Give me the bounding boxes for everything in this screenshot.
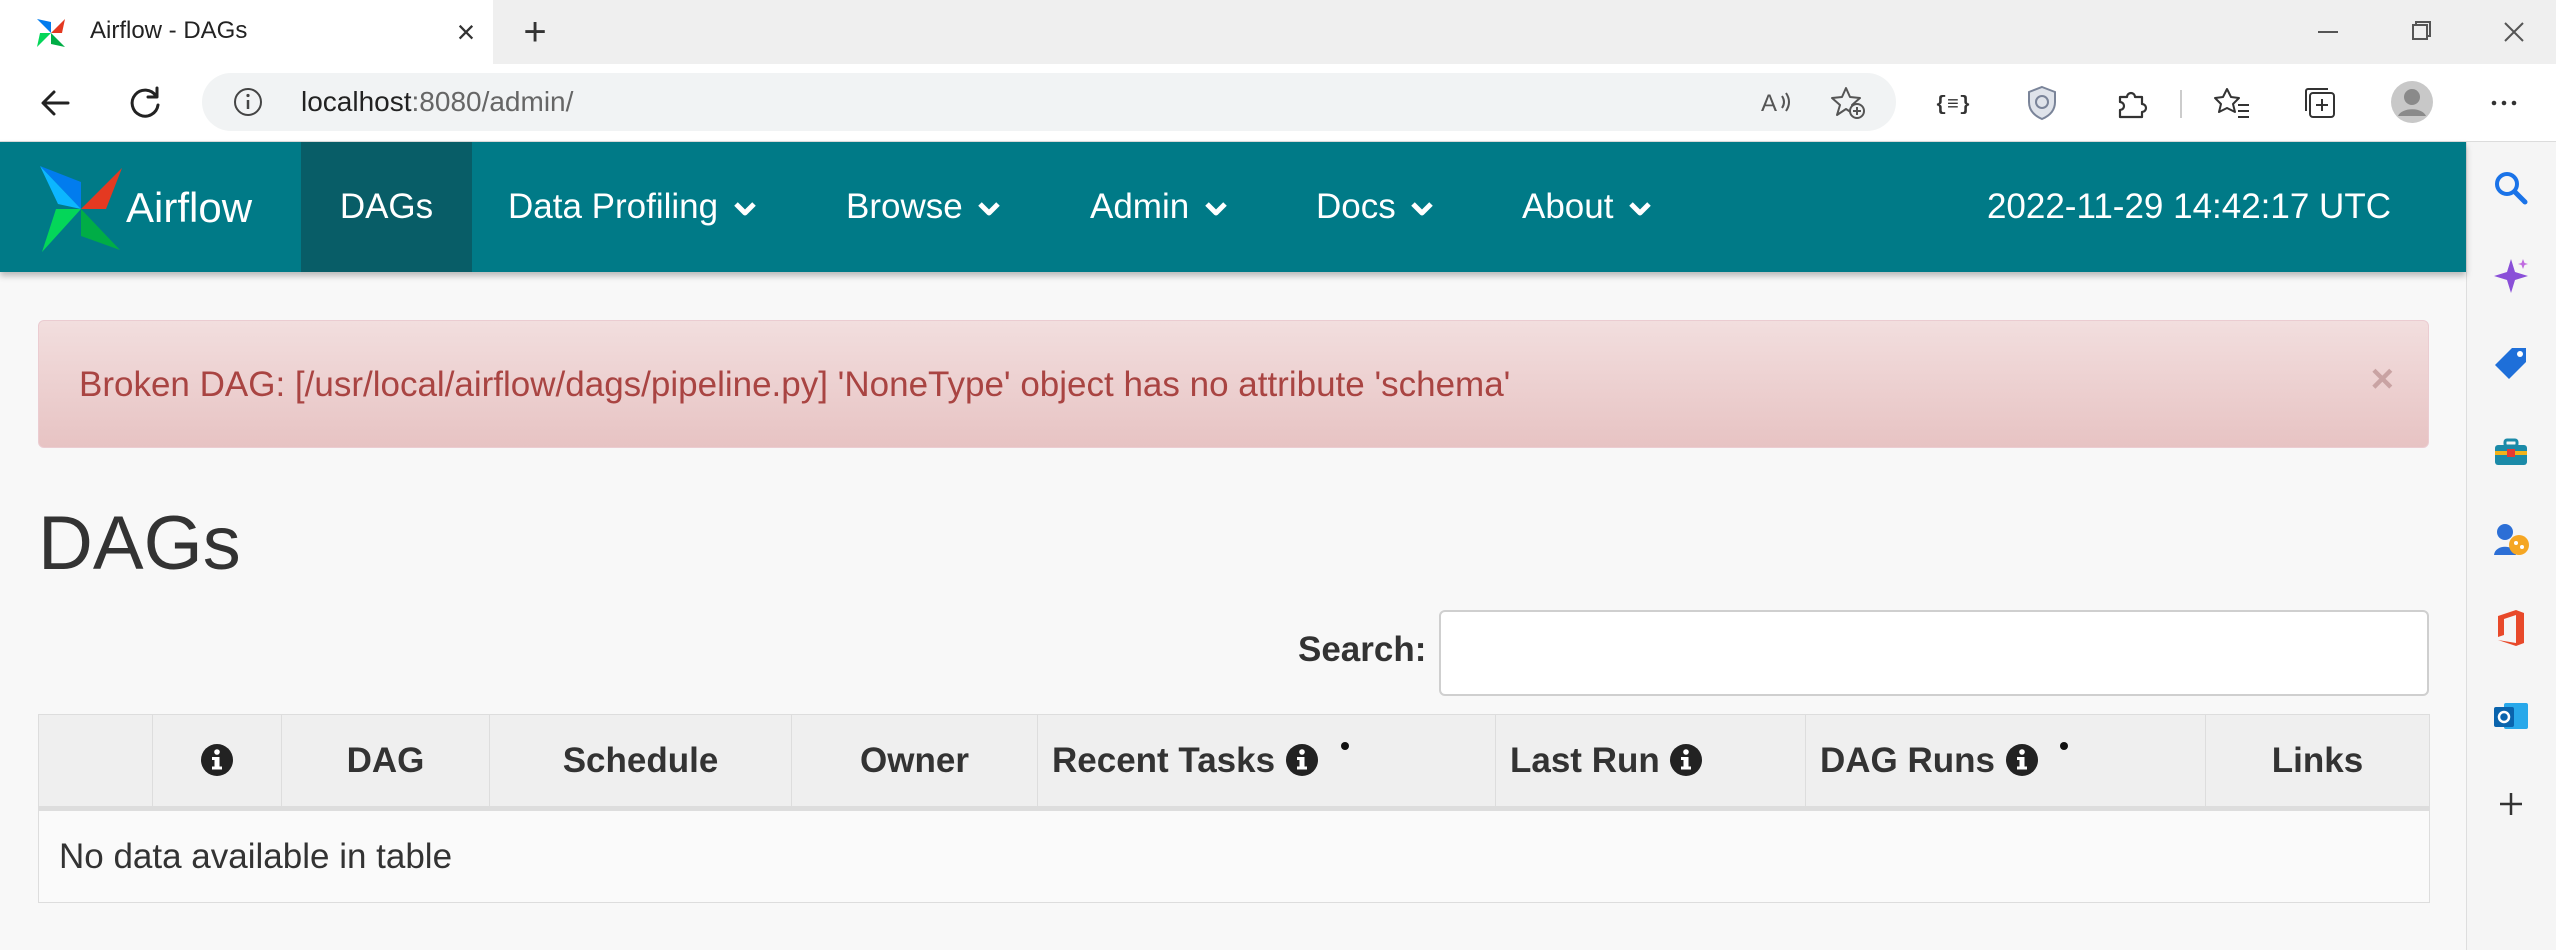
- shield-extension-icon[interactable]: [2022, 83, 2062, 123]
- info-circle-icon: [1670, 743, 1703, 776]
- column-header-dag[interactable]: DAG: [281, 714, 490, 811]
- collections-icon[interactable]: [2300, 83, 2340, 123]
- column-header-dag-runs[interactable]: DAG Runs: [1805, 714, 2206, 811]
- sort-indicator-icon: [1340, 741, 1349, 750]
- reload-icon[interactable]: [120, 77, 172, 129]
- toolbar-divider: [2180, 90, 2182, 118]
- nav-data-profiling[interactable]: Data Profiling: [508, 142, 758, 272]
- nav-browse[interactable]: Browse: [846, 142, 1002, 272]
- search-icon[interactable]: [2490, 167, 2532, 209]
- favorites-icon[interactable]: [2212, 83, 2252, 123]
- nav-about[interactable]: About: [1522, 142, 1653, 272]
- broken-dag-alert: Broken DAG: [/usr/local/airflow/dags/pip…: [38, 320, 2429, 448]
- column-header-owner[interactable]: Owner: [791, 714, 1038, 811]
- column-header-links[interactable]: Links: [2205, 714, 2430, 811]
- search-label: Search:: [1298, 630, 1427, 669]
- column-header-recent-tasks[interactable]: Recent Tasks: [1037, 714, 1496, 811]
- edge-sidebar: [2466, 142, 2556, 950]
- empty-table-message: No data available in table: [38, 808, 2430, 903]
- chevron-down-icon: [734, 201, 756, 216]
- dag-runs-label: DAG Runs: [1820, 740, 1995, 780]
- alert-message: Broken DAG: [/usr/local/airflow/dags/pip…: [79, 365, 1511, 404]
- column-header-schedule[interactable]: Schedule: [489, 714, 792, 811]
- site-info-icon[interactable]: [232, 86, 264, 118]
- info-circle-icon: [1285, 743, 1318, 776]
- info-circle-icon: [201, 743, 233, 776]
- restore-icon[interactable]: [2390, 12, 2450, 52]
- read-aloud-icon[interactable]: A: [1758, 84, 1794, 120]
- games-icon[interactable]: [2490, 519, 2532, 561]
- extension-braces-icon[interactable]: {≡}: [1934, 83, 1974, 123]
- chevron-down-icon: [978, 201, 1001, 216]
- back-icon[interactable]: [30, 77, 82, 129]
- nav-docs-label: Docs: [1316, 187, 1396, 226]
- address-bar[interactable]: localhost:8080/admin/ A: [202, 73, 1896, 131]
- table-row-empty: No data available in table: [38, 808, 2430, 903]
- chevron-down-icon: [1411, 201, 1434, 216]
- minimize-icon[interactable]: [2298, 12, 2358, 52]
- nav-dags[interactable]: DAGs: [301, 142, 472, 272]
- airflow-favicon-icon: [37, 19, 65, 47]
- nav-about-label: About: [1522, 187, 1614, 226]
- table-header-row: DAG Schedule Owner Recent Tasks Last Run…: [38, 714, 2430, 811]
- navbar-clock: 2022-11-29 14:42:17 UTC: [1986, 187, 2391, 226]
- extensions-puzzle-icon[interactable]: [2112, 83, 2152, 123]
- svg-text:A: A: [1761, 90, 1777, 117]
- column-header-toggle[interactable]: [38, 714, 153, 811]
- dags-table: DAG Schedule Owner Recent Tasks Last Run…: [38, 714, 2430, 903]
- new-tab-icon[interactable]: +: [513, 10, 557, 54]
- add-sidebar-app-icon[interactable]: [2490, 783, 2532, 825]
- recent-tasks-label: Recent Tasks: [1052, 740, 1276, 780]
- airflow-navbar: Airflow DAGs Data Profiling Browse Admin…: [0, 142, 2466, 272]
- alert-close-icon[interactable]: ×: [2371, 357, 2394, 402]
- airflow-brand-text: Airflow: [126, 184, 253, 231]
- browser-tab-active[interactable]: Airflow - DAGs ×: [0, 0, 493, 64]
- last-run-label: Last Run: [1510, 740, 1660, 780]
- tools-icon[interactable]: [2490, 431, 2532, 473]
- nav-docs[interactable]: Docs: [1316, 142, 1435, 272]
- airflow-logo-icon: [40, 166, 122, 252]
- chevron-down-icon: [1205, 201, 1227, 216]
- profile-avatar-icon[interactable]: [2390, 80, 2434, 124]
- tab-close-icon[interactable]: ×: [450, 16, 482, 48]
- nav-data-profiling-label: Data Profiling: [508, 187, 719, 226]
- outlook-icon[interactable]: [2490, 695, 2532, 737]
- url-host: localhost: [301, 86, 412, 117]
- nav-browse-label: Browse: [846, 187, 963, 226]
- page-title: DAGs: [38, 501, 241, 586]
- tab-title: Airflow - DAGs: [90, 17, 248, 44]
- add-favorite-icon[interactable]: [1830, 84, 1866, 120]
- shopping-tag-icon[interactable]: [2490, 343, 2532, 385]
- url-text[interactable]: localhost:8080/admin/: [301, 86, 573, 118]
- sparkle-icon[interactable]: [2490, 255, 2532, 297]
- office-icon[interactable]: [2490, 607, 2532, 649]
- browser-toolbar: localhost:8080/admin/ A {≡}: [0, 64, 2556, 142]
- nav-admin-label: Admin: [1090, 187, 1190, 226]
- search-input[interactable]: [1439, 610, 2429, 696]
- chevron-down-icon: [1629, 201, 1651, 216]
- column-header-info[interactable]: [152, 714, 282, 811]
- settings-more-icon[interactable]: [2484, 83, 2524, 123]
- nav-dags-label: DAGs: [339, 187, 434, 226]
- column-header-last-run[interactable]: Last Run: [1495, 714, 1806, 811]
- info-circle-icon: [2005, 743, 2038, 776]
- close-window-icon[interactable]: [2484, 12, 2544, 52]
- nav-admin[interactable]: Admin: [1090, 142, 1229, 272]
- sort-indicator-icon: [2060, 741, 2069, 750]
- browser-tab-strip: Airflow - DAGs × +: [0, 0, 2556, 64]
- svg-text:{≡}: {≡}: [1935, 94, 1971, 117]
- url-path: :8080/admin/: [411, 86, 574, 117]
